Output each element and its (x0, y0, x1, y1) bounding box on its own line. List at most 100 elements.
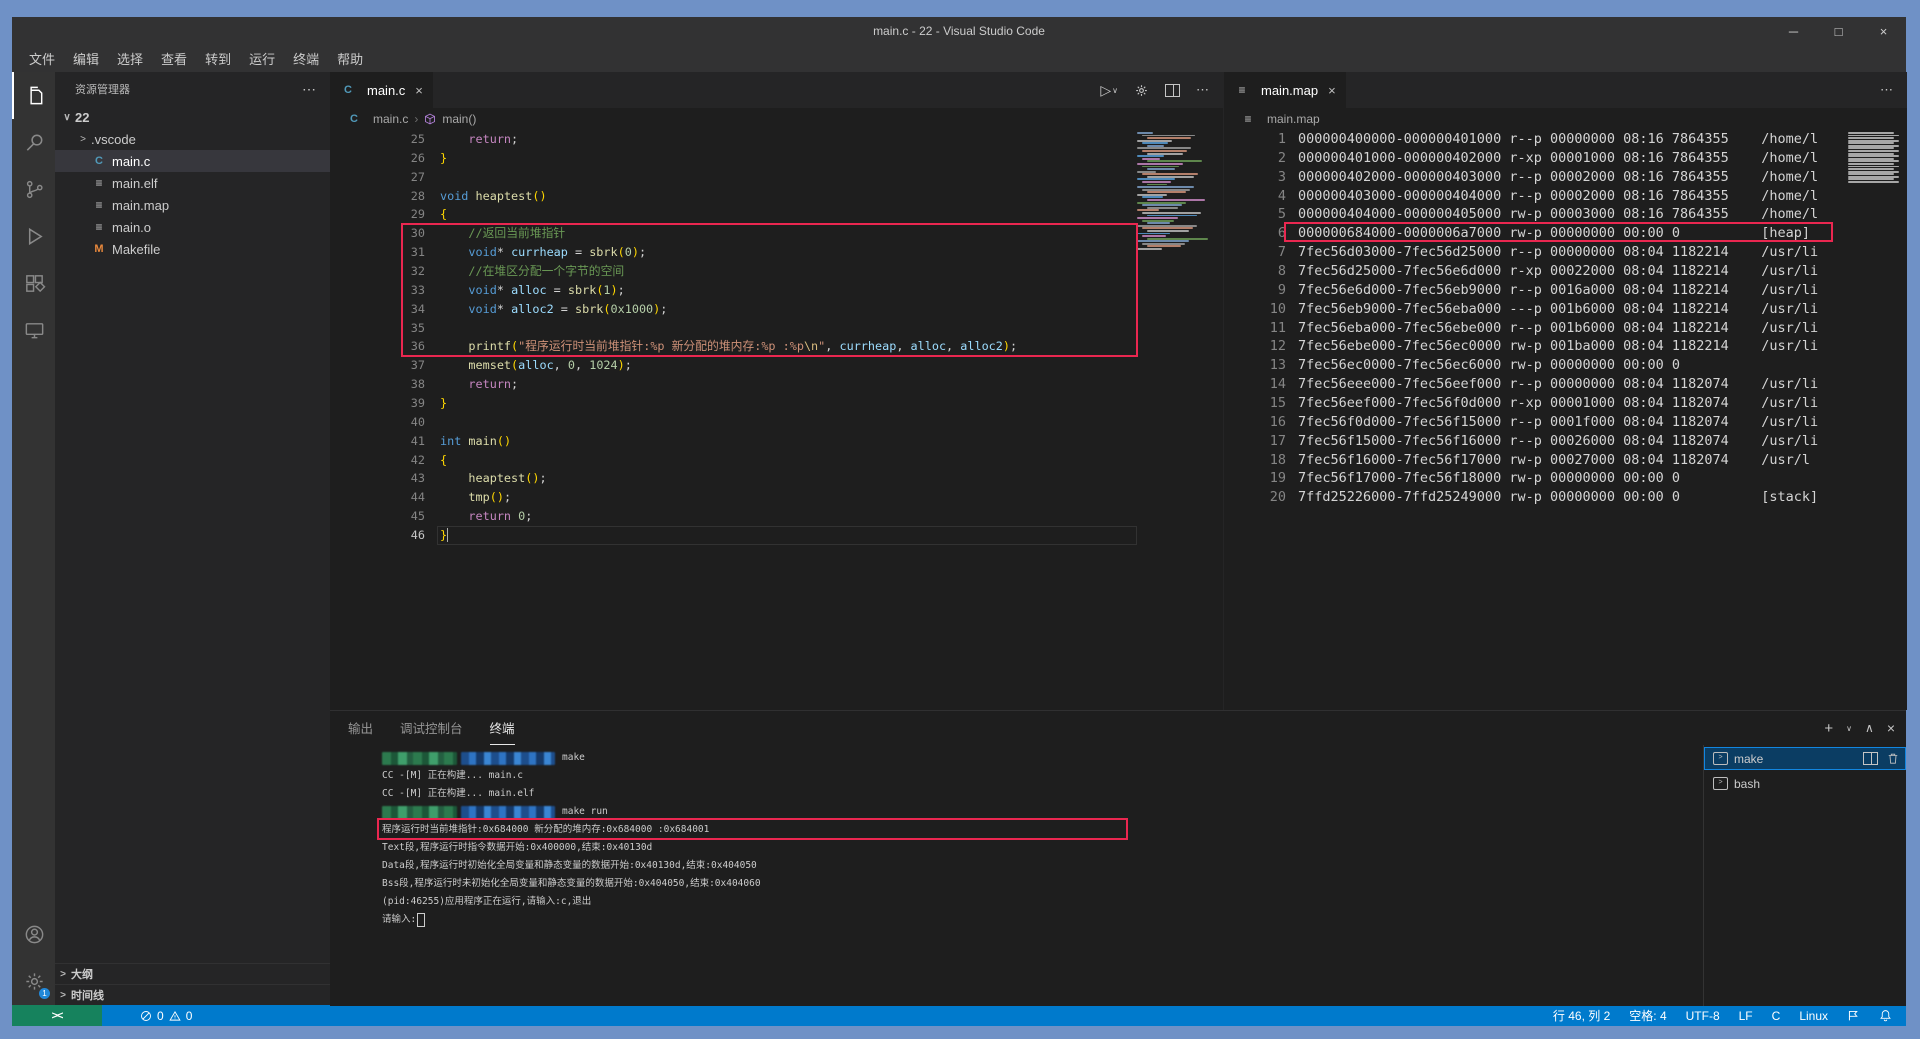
menu-item-终端[interactable]: 终端 (284, 49, 328, 68)
remote-explorer-icon[interactable] (12, 307, 55, 354)
tree-item-main.map[interactable]: ≡main.map (55, 194, 330, 216)
file-icon: ≡ (1240, 111, 1256, 127)
minimize-button[interactable]: ─ (1771, 17, 1816, 45)
menu-item-查看[interactable]: 查看 (152, 49, 196, 68)
line-number: 30 (330, 224, 425, 243)
line-number: 34 (330, 300, 425, 319)
account-icon[interactable] (12, 911, 55, 958)
sidebar-section-大纲[interactable]: >大纲 (55, 963, 330, 984)
map-text: 000000401000-000000402000 r-xp 00001000 … (1286, 149, 1818, 168)
map-text: 000000404000-000000405000 rw-p 00003000 … (1286, 205, 1818, 224)
breadcrumb-file[interactable]: main.map (1267, 112, 1320, 126)
gear-icon[interactable] (1134, 83, 1149, 98)
tree-item-main.c[interactable]: Cmain.c (55, 150, 330, 172)
map-minimap[interactable] (1846, 132, 1904, 184)
tab-main-map[interactable]: ≡ main.map × (1224, 72, 1347, 108)
status-item[interactable]: C (1772, 1009, 1781, 1023)
tree-item-main.o[interactable]: ≡main.o (55, 216, 330, 238)
maximize-panel-icon[interactable]: ∧ (1865, 721, 1874, 735)
terminal-dropdown-icon[interactable]: ∨ (1846, 724, 1852, 733)
more-actions-icon[interactable]: ⋯ (1880, 82, 1893, 98)
line-number: 5 (1224, 205, 1286, 224)
search-icon[interactable] (12, 119, 55, 166)
line-number: 12 (1224, 337, 1286, 356)
chevron-down-icon: ∨ (59, 112, 75, 123)
code-text: tmp(); (425, 488, 511, 507)
menu-bar: 文件编辑选择查看转到运行终端帮助 (12, 45, 1906, 72)
map-breadcrumb[interactable]: ≡ main.map (1224, 108, 1907, 130)
more-actions-icon[interactable]: ⋯ (1196, 82, 1209, 98)
menu-item-选择[interactable]: 选择 (108, 49, 152, 68)
terminal-instance-bash[interactable]: >bash (1704, 772, 1906, 795)
c-file-icon: C (340, 82, 356, 98)
panel-tab-输出[interactable]: 输出 (348, 711, 373, 745)
settings-gear-icon[interactable]: 1 (12, 958, 55, 1005)
run-code-button[interactable]: ▷∨ (1100, 82, 1118, 99)
problems-status[interactable]: 0 0 (140, 1009, 192, 1023)
status-item[interactable]: Linux (1799, 1009, 1828, 1023)
feedback-icon[interactable] (1847, 1009, 1860, 1022)
notifications-bell-icon[interactable] (1879, 1009, 1892, 1022)
code-editor[interactable]: 25 return;26}2728void heaptest()29{30 //… (330, 130, 1223, 710)
title-bar: main.c - 22 - Visual Studio Code ─ □ × (12, 17, 1906, 45)
tab-main-c[interactable]: C main.c × (330, 72, 434, 108)
line-number: 37 (330, 356, 425, 375)
panel-tab-终端[interactable]: 终端 (490, 711, 515, 745)
maximize-button[interactable]: □ (1816, 17, 1861, 45)
tree-item-Makefile[interactable]: MMakefile (55, 238, 330, 260)
map-editor[interactable]: 1000000400000-000000401000 r--p 00000000… (1224, 130, 1907, 710)
line-number: 26 (330, 149, 425, 168)
terminal-text: Data段,程序运行时初始化全局变量和静态变量的数据开始:0x40130d,结束… (382, 857, 757, 875)
code-text: return 0; (425, 507, 532, 526)
status-item[interactable]: LF (1739, 1009, 1753, 1023)
map-line: 157fec56eef000-7fec56f0d000 r-xp 0000100… (1224, 394, 1907, 413)
close-panel-icon[interactable]: × (1887, 720, 1895, 736)
tree-item-.vscode[interactable]: >.vscode (55, 128, 330, 150)
tab-close-icon[interactable]: × (415, 83, 423, 98)
file-icon: ≡ (91, 175, 107, 191)
breadcrumb[interactable]: C main.c › main() (330, 108, 1223, 130)
bottom-panel: 输出调试控制台终端 + ∨ ∧ × makeCC -[M] 正在构建... ma… (330, 710, 1906, 1006)
sidebar-more-icon[interactable]: ⋯ (302, 81, 316, 98)
menu-item-转到[interactable]: 转到 (196, 49, 240, 68)
menu-item-文件[interactable]: 文件 (20, 49, 64, 68)
run-debug-icon[interactable] (12, 213, 55, 260)
terminal-icon: > (1713, 777, 1728, 790)
source-control-icon[interactable] (12, 166, 55, 213)
tree-item-main.elf[interactable]: ≡main.elf (55, 172, 330, 194)
split-terminal-icon[interactable] (1863, 752, 1878, 765)
map-line: 77fec56d03000-7fec56d25000 r--p 00000000… (1224, 243, 1907, 262)
breadcrumb-file[interactable]: main.c (373, 112, 408, 126)
line-number: 17 (1224, 432, 1286, 451)
explorer-icon[interactable] (12, 72, 55, 119)
menu-item-编辑[interactable]: 编辑 (64, 49, 108, 68)
menu-item-帮助[interactable]: 帮助 (328, 49, 372, 68)
tree-item-label: .vscode (91, 132, 136, 147)
sidebar-section-时间线[interactable]: >时间线 (55, 984, 330, 1005)
minimap[interactable] (1135, 132, 1213, 251)
split-editor-icon[interactable] (1165, 84, 1180, 97)
status-item[interactable]: UTF-8 (1686, 1009, 1720, 1023)
remote-indicator[interactable]: >< (12, 1005, 102, 1026)
panel-tab-调试控制台[interactable]: 调试控制台 (400, 711, 463, 745)
status-item[interactable]: 空格: 4 (1629, 1007, 1666, 1024)
map-line: 177fec56f15000-7fec56f16000 r--p 0002600… (1224, 432, 1907, 451)
tab-close-icon[interactable]: × (1328, 83, 1336, 98)
code-line: 45 return 0; (330, 507, 1223, 526)
close-button[interactable]: × (1861, 17, 1906, 45)
kill-terminal-icon[interactable] (1887, 752, 1899, 765)
extensions-icon[interactable] (12, 260, 55, 307)
breadcrumb-symbol[interactable]: main() (442, 112, 476, 126)
file-icon: ≡ (91, 219, 107, 235)
terminal-line: (pid:46255)应用程序正在运行,请输入:c,退出 (382, 893, 1703, 911)
status-item[interactable]: 行 46, 列 2 (1553, 1007, 1610, 1024)
menu-item-运行[interactable]: 运行 (240, 49, 284, 68)
line-number: 33 (330, 281, 425, 300)
terminal-output[interactable]: makeCC -[M] 正在构建... main.cCC -[M] 正在构建..… (330, 745, 1703, 1006)
folder-root-row[interactable]: ∨ 22 (55, 106, 330, 128)
new-terminal-icon[interactable]: + (1824, 720, 1833, 737)
code-text: { (425, 451, 447, 470)
file-icon: ≡ (91, 197, 107, 213)
terminal-instance-make[interactable]: >make (1704, 747, 1906, 770)
terminal-line: Text段,程序运行时指令数据开始:0x400000,结束:0x40130d (382, 839, 1703, 857)
